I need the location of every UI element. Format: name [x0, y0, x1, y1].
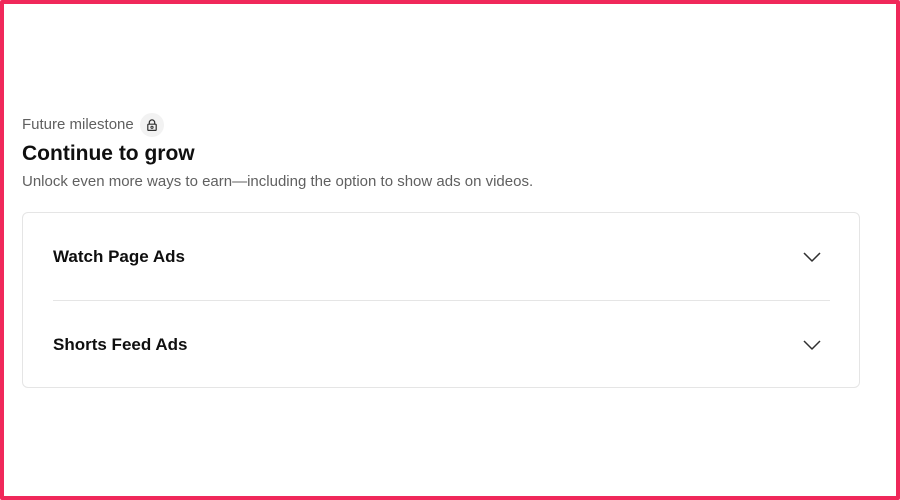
accordion-item-watch-page-ads[interactable]: Watch Page Ads	[53, 213, 830, 301]
chevron-down-icon[interactable]	[800, 245, 824, 269]
accordion-item-label: Shorts Feed Ads	[53, 334, 188, 354]
ads-accordion: Watch Page Ads Shorts Feed Ads	[22, 212, 860, 388]
accordion-item-shorts-feed-ads[interactable]: Shorts Feed Ads	[53, 301, 830, 388]
eyebrow-row: Future milestone	[22, 113, 860, 137]
page-subtitle: Unlock even more ways to earn—including …	[22, 173, 534, 190]
lock-icon	[139, 113, 164, 137]
accordion-item-label: Watch Page Ads	[53, 246, 185, 266]
milestone-eyebrow: Future milestone	[22, 116, 134, 133]
page-title: Continue to grow	[22, 142, 195, 165]
milestone-header: Future milestone Continue to grow Unlock…	[22, 113, 860, 192]
chevron-down-icon[interactable]	[800, 333, 824, 357]
